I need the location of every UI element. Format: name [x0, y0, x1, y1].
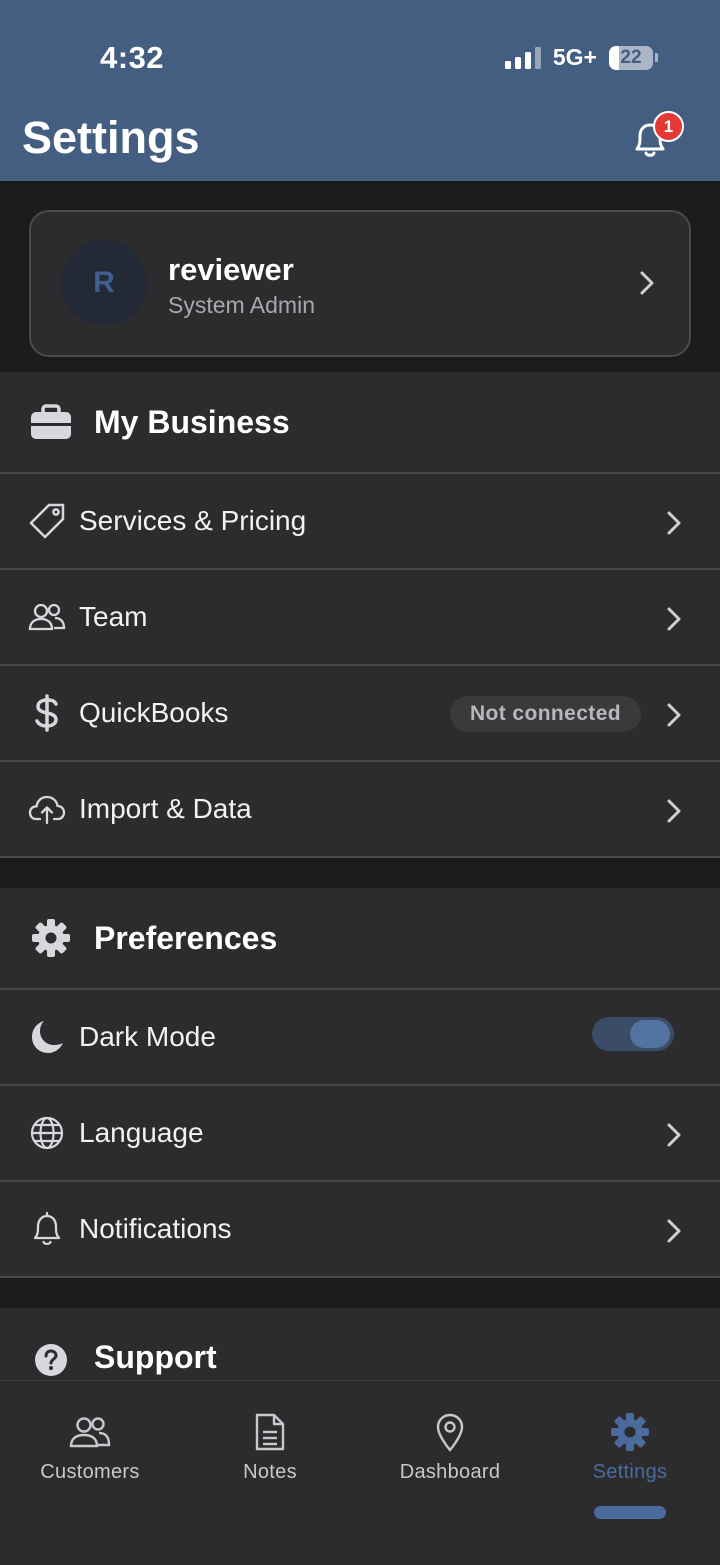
active-tab-indicator	[594, 1506, 666, 1519]
chevron-right-icon	[667, 799, 681, 823]
row-label: Services & Pricing	[79, 505, 307, 536]
team-icon	[28, 598, 66, 636]
support-section: Support	[0, 1308, 720, 1380]
network-label: 5G+	[552, 44, 597, 70]
row-dark-mode: Dark Mode	[0, 990, 720, 1086]
globe-icon	[28, 1114, 66, 1152]
tab-label: Settings	[592, 1461, 668, 1483]
row-language[interactable]: Language	[0, 1086, 720, 1182]
chevron-right-icon	[667, 607, 681, 631]
status-time: 4:32	[100, 40, 165, 75]
chevron-right-icon	[640, 271, 654, 295]
battery-icon: 22	[609, 45, 658, 70]
row-import-data[interactable]: Import & Data	[0, 762, 720, 858]
dark-mode-toggle[interactable]	[592, 1017, 674, 1051]
help-circle-icon	[30, 1339, 72, 1380]
section-title: My Business	[94, 403, 290, 440]
briefcase-icon	[30, 401, 72, 443]
notification-badge: 1	[653, 111, 684, 142]
preferences-section: Preferences Dark Mode Language Notificat…	[0, 888, 720, 1278]
chevron-right-icon	[667, 1123, 681, 1147]
bell-icon	[28, 1210, 66, 1248]
row-label: Notifications	[79, 1213, 232, 1244]
people-icon	[0, 1411, 180, 1453]
section-title: Preferences	[94, 919, 278, 956]
section-title: Support	[94, 1339, 217, 1375]
section-header: Support	[0, 1308, 720, 1380]
gear-icon	[30, 917, 72, 959]
chevron-right-icon	[667, 703, 681, 727]
tab-label: Dashboard	[399, 1461, 501, 1483]
battery-level: 22	[620, 46, 642, 68]
section-header: My Business	[0, 372, 720, 474]
my-business-section: My Business Services & Pricing Team Quic…	[0, 372, 720, 858]
row-label: Language	[79, 1117, 204, 1148]
chevron-right-icon	[667, 511, 681, 535]
tab-label: Customers	[40, 1461, 140, 1483]
page-title: Settings	[22, 112, 200, 163]
row-label: Dark Mode	[79, 1021, 216, 1052]
gear-icon	[540, 1411, 720, 1453]
row-label: Team	[79, 601, 148, 632]
profile-card[interactable]: R reviewer System Admin	[29, 210, 691, 357]
row-services-pricing[interactable]: Services & Pricing	[0, 474, 720, 570]
tag-icon	[28, 502, 66, 540]
row-label: QuickBooks	[79, 697, 229, 728]
status-indicators: 5G+ 22	[504, 44, 658, 71]
moon-icon	[28, 1018, 66, 1056]
avatar: R	[61, 240, 147, 326]
cloud-upload-icon	[28, 790, 66, 828]
chevron-right-icon	[667, 1219, 681, 1243]
connection-status-badge: Not connected	[450, 696, 641, 732]
row-quickbooks[interactable]: QuickBooks Not connected	[0, 666, 720, 762]
profile-role: System Admin	[168, 292, 315, 318]
tab-bar: Customers Notes Dashboard Settings	[0, 1380, 720, 1565]
tab-dashboard[interactable]: Dashboard	[360, 1411, 540, 1484]
signal-icon	[504, 46, 541, 69]
tab-notes[interactable]: Notes	[180, 1411, 360, 1484]
document-icon	[180, 1411, 360, 1453]
tab-settings[interactable]: Settings	[540, 1411, 720, 1484]
tab-customers[interactable]: Customers	[0, 1411, 180, 1484]
tab-label: Notes	[243, 1461, 297, 1483]
location-pin-icon	[360, 1411, 540, 1453]
row-notifications[interactable]: Notifications	[0, 1182, 720, 1278]
row-team[interactable]: Team	[0, 570, 720, 666]
toggle-knob	[630, 1020, 670, 1048]
profile-name: reviewer	[168, 252, 294, 287]
section-header: Preferences	[0, 888, 720, 990]
row-label: Import & Data	[79, 793, 252, 824]
header: 4:32 5G+ 22 Settings	[0, 0, 720, 181]
dollar-icon	[28, 694, 66, 732]
